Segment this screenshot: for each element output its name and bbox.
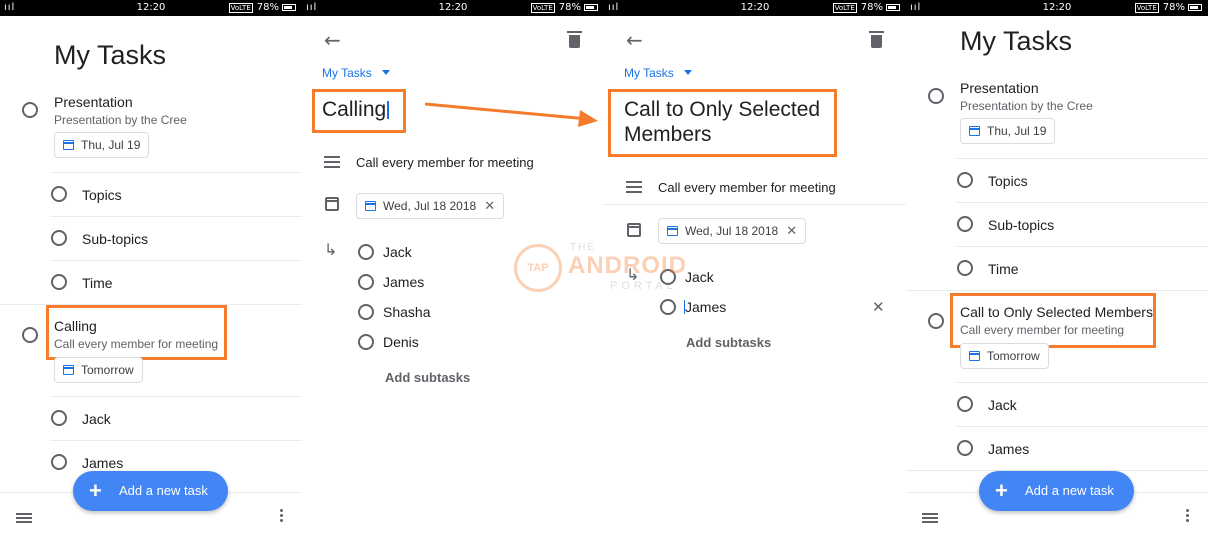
annotation-arrow-line [424,102,589,121]
annotation-arrow-head [578,110,598,127]
watermark-emblem: TAP [514,244,562,292]
watermark-portal: PORTAL [610,280,677,292]
watermark-logo: TAP THE ANDROID PORTAL [514,242,694,296]
watermark-android: ANDROID [568,252,687,279]
